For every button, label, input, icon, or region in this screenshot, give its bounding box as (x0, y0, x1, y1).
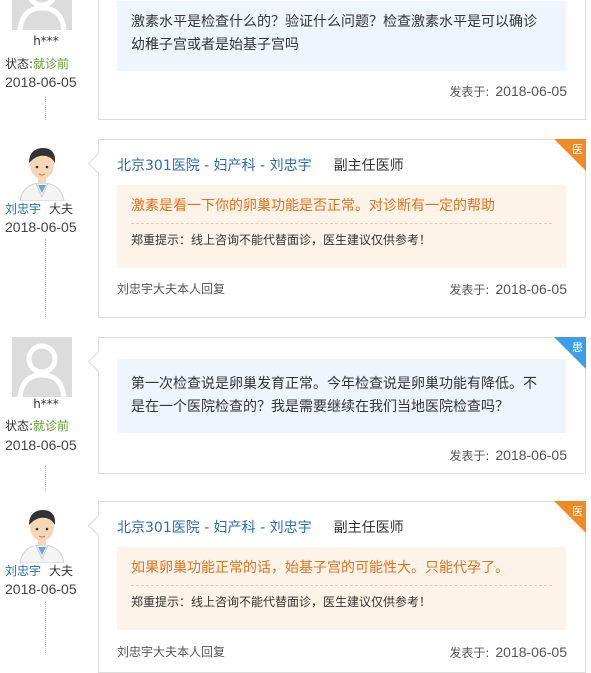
posted-time: 发表于: 2018-06-05 (449, 83, 567, 100)
patient-status: 状态:就诊前 (5, 417, 69, 434)
timeline-line (45, 96, 46, 120)
question-text: 第一次检查说是卵巢发育正常。今年检查说是卵巢功能有降低。不 是在一个医院检查的？… (117, 359, 566, 433)
posted-label: 发表于: (449, 449, 490, 463)
consultation-thread: h*** 状态:就诊前 2018-06-05 激素水平是检查什么的？验证什么问题… (0, 0, 591, 673)
status-label: 状态: (5, 419, 34, 433)
patient-status: 状态:就诊前 (5, 55, 69, 72)
doctor-rank: 副主任医师 (333, 158, 404, 174)
doctor-info: 刘忠宇 大夫 2018-06-05 (0, 501, 92, 653)
answer-card: 医 北京301医院 - 妇产科 - 刘忠宇 副主任医师 如果卵巢功能正常的话，始基… (87, 501, 586, 673)
disclaimer-text: 郑重提示：线上咨询不能代替面诊，医生建议仅供参考！ (131, 233, 432, 247)
user-silhouette-icon (17, 343, 67, 397)
answer-divider (131, 585, 552, 586)
answer-text: 激素是看一下你的卵巢功能是否正常。对诊断有一定的帮助 (131, 198, 495, 214)
question-text: 激素水平是检查什么的？验证什么问题？检查激素水平是可以确诊 幼稚子宫或者是始基子… (117, 1, 566, 71)
answer-card: 医 北京301医院 - 妇产科 - 刘忠宇 副主任医师 激素是看一下你的卵巢功能是… (87, 139, 586, 318)
doctor-info: 刘忠宇 大夫 2018-06-05 (0, 139, 92, 319)
corner-label: 医 (572, 505, 583, 518)
patient-username: h*** (33, 397, 59, 411)
posted-time: 发表于: 2018-06-05 (449, 281, 567, 298)
answer-box: 激素是看一下你的卵巢功能是否正常。对诊断有一定的帮助 郑重提示：线上咨询不能代替… (117, 185, 566, 268)
patient-avatar (12, 337, 72, 397)
answer-box: 如果卵巢功能正常的话，始基子宫的可能性大。只能代孕了。 郑重提示：线上咨询不能代… (117, 547, 566, 630)
doctor-header: 北京301医院 - 妇产科 - 刘忠宇 副主任医师 (117, 517, 404, 537)
doctor-corner-badge: 医 (554, 139, 586, 171)
doctor-title: 大夫 (49, 564, 74, 578)
doctor-avatar (14, 141, 70, 201)
patient-message: h*** 状态:就诊前 2018-06-05 患 第一次检查说是卵巢发育正常。今… (0, 337, 591, 492)
reply-note: 刘忠宇大夫本人回复 (117, 282, 226, 296)
status-label: 状态: (5, 57, 34, 71)
doctor-name-link[interactable]: 刘忠宇 (5, 564, 41, 578)
message-date: 2018-06-05 (5, 437, 77, 453)
doctor-name: 刘忠宇 大夫 (5, 562, 73, 579)
answer-text: 如果卵巢功能正常的话，始基子宫的可能性大。只能代孕了。 (131, 560, 509, 576)
question-line: 激素水平是检查什么的？验证什么问题？检查激素水平是可以确诊 (131, 14, 537, 30)
question-card: 患 第一次检查说是卵巢发育正常。今年检查说是卵巢功能有降低。不 是在一个医院检查… (87, 337, 586, 474)
doctor-icon (19, 148, 65, 201)
timeline-line (45, 465, 46, 491)
question-line: 第一次检查说是卵巢发育正常。今年检查说是卵巢功能有降低。不 (131, 376, 537, 392)
posted-label: 发表于: (449, 646, 490, 660)
patient-info: h*** 状态:就诊前 2018-06-05 (0, 337, 92, 492)
doctor-message: 刘忠宇 大夫 2018-06-05 医 北京301医院 - 妇产科 - 刘忠宇 副主… (0, 501, 591, 673)
doctor-icon (19, 510, 65, 563)
disclaimer-text: 郑重提示：线上咨询不能代替面诊，医生建议仅供参考！ (131, 595, 432, 609)
patient-avatar (12, 0, 72, 30)
posted-date: 2018-06-05 (495, 83, 567, 99)
corner-label: 患 (572, 341, 583, 354)
doctor-message: 刘忠宇 大夫 2018-06-05 医 北京301医院 - 妇产科 - 刘忠宇 副主… (0, 139, 591, 319)
corner-label: 医 (572, 143, 583, 156)
patient-info: h*** 状态:就诊前 2018-06-05 (0, 0, 92, 120)
status-value: 就诊前 (33, 419, 70, 433)
patient-message: h*** 状态:就诊前 2018-06-05 激素水平是检查什么的？验证什么问题… (0, 0, 591, 120)
doctor-name-link[interactable]: 刘忠宇 (5, 202, 41, 216)
question-line: 是在一个医院检查的？我是需要继续在我们当地医院检查吗？ (131, 399, 509, 415)
doctor-avatar (14, 503, 70, 563)
posted-date: 2018-06-05 (495, 447, 567, 463)
doctor-rank: 副主任医师 (333, 520, 404, 536)
posted-date: 2018-06-05 (495, 644, 567, 660)
status-value: 就诊前 (33, 57, 70, 71)
doctor-header-link[interactable]: 北京301医院 - 妇产科 - 刘忠宇 (117, 158, 312, 174)
patient-username: h*** (33, 34, 59, 48)
posted-label: 发表于: (449, 85, 490, 99)
answer-divider (131, 223, 552, 224)
doctor-header-link[interactable]: 北京301医院 - 妇产科 - 刘忠宇 (117, 520, 312, 536)
message-date: 2018-06-05 (5, 74, 77, 90)
question-card: 激素水平是检查什么的？验证什么问题？检查激素水平是可以确诊 幼稚子宫或者是始基子… (98, 0, 586, 120)
posted-label: 发表于: (449, 283, 490, 297)
doctor-header: 北京301医院 - 妇产科 - 刘忠宇 副主任医师 (117, 155, 404, 175)
message-date: 2018-06-05 (5, 581, 77, 597)
doctor-corner-badge: 医 (554, 501, 586, 533)
message-date: 2018-06-05 (5, 219, 77, 235)
user-silhouette-icon (17, 0, 67, 30)
question-line: 幼稚子宫或者是始基子宫吗 (131, 37, 299, 53)
doctor-name: 刘忠宇 大夫 (5, 200, 73, 217)
doctor-title: 大夫 (49, 202, 74, 216)
timeline-line (45, 239, 46, 317)
posted-time: 发表于: 2018-06-05 (449, 447, 567, 464)
timeline-line (45, 601, 46, 653)
posted-date: 2018-06-05 (495, 281, 567, 297)
reply-note: 刘忠宇大夫本人回复 (117, 645, 226, 659)
